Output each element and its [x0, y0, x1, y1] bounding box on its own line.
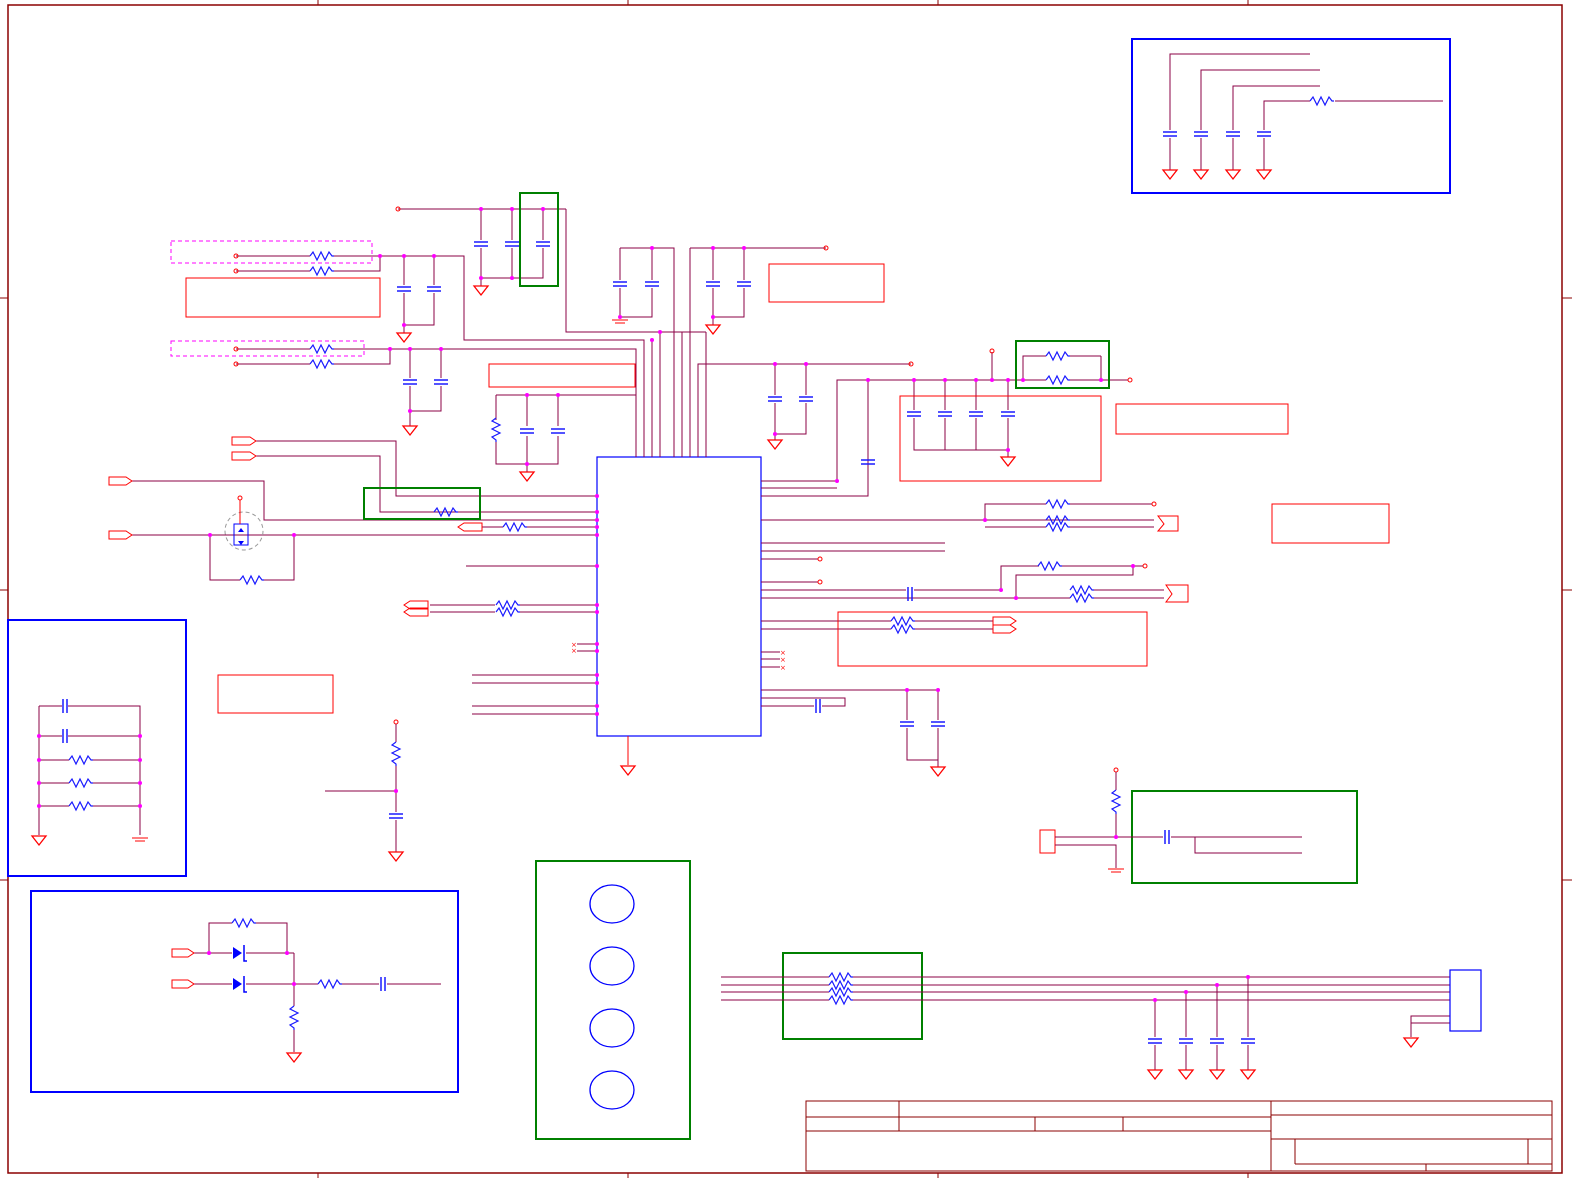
right-signal-parts: × × ×	[233, 206, 1189, 777]
left-signal-wires	[132, 440, 597, 715]
mounting-hole-4	[589, 1070, 635, 1110]
mounting-hole-1	[589, 884, 635, 924]
schematic-canvas: × × × × ×	[0, 0, 1572, 1178]
title-block	[805, 1100, 1553, 1172]
svg-text:×: ×	[780, 656, 786, 664]
pullup-rc-network	[325, 719, 404, 862]
mounting-hole-3	[589, 1008, 635, 1048]
drawing-frame	[0, 0, 1572, 1178]
junction-dots	[37, 207, 1250, 1002]
filter-block-top-right	[1131, 38, 1451, 194]
mounting-hole-2	[589, 946, 635, 986]
esd-protection-block	[30, 890, 459, 1093]
bottom-bus	[721, 952, 1482, 1080]
green-highlight-top	[519, 192, 559, 287]
left-input-network	[170, 240, 449, 436]
left-rc-block	[7, 619, 187, 877]
mounting-holes	[535, 860, 691, 1140]
schematic-sheet: × × × × ×	[0, 0, 1572, 1183]
top-power-rails	[373, 208, 911, 472]
svg-text:×: ×	[780, 664, 786, 672]
left-signal-parts: × ×	[108, 436, 597, 655]
output-connector	[1449, 969, 1482, 1032]
main-ic	[596, 456, 762, 776]
coupling-block	[1039, 767, 1358, 884]
svg-text:×: ×	[571, 647, 577, 655]
